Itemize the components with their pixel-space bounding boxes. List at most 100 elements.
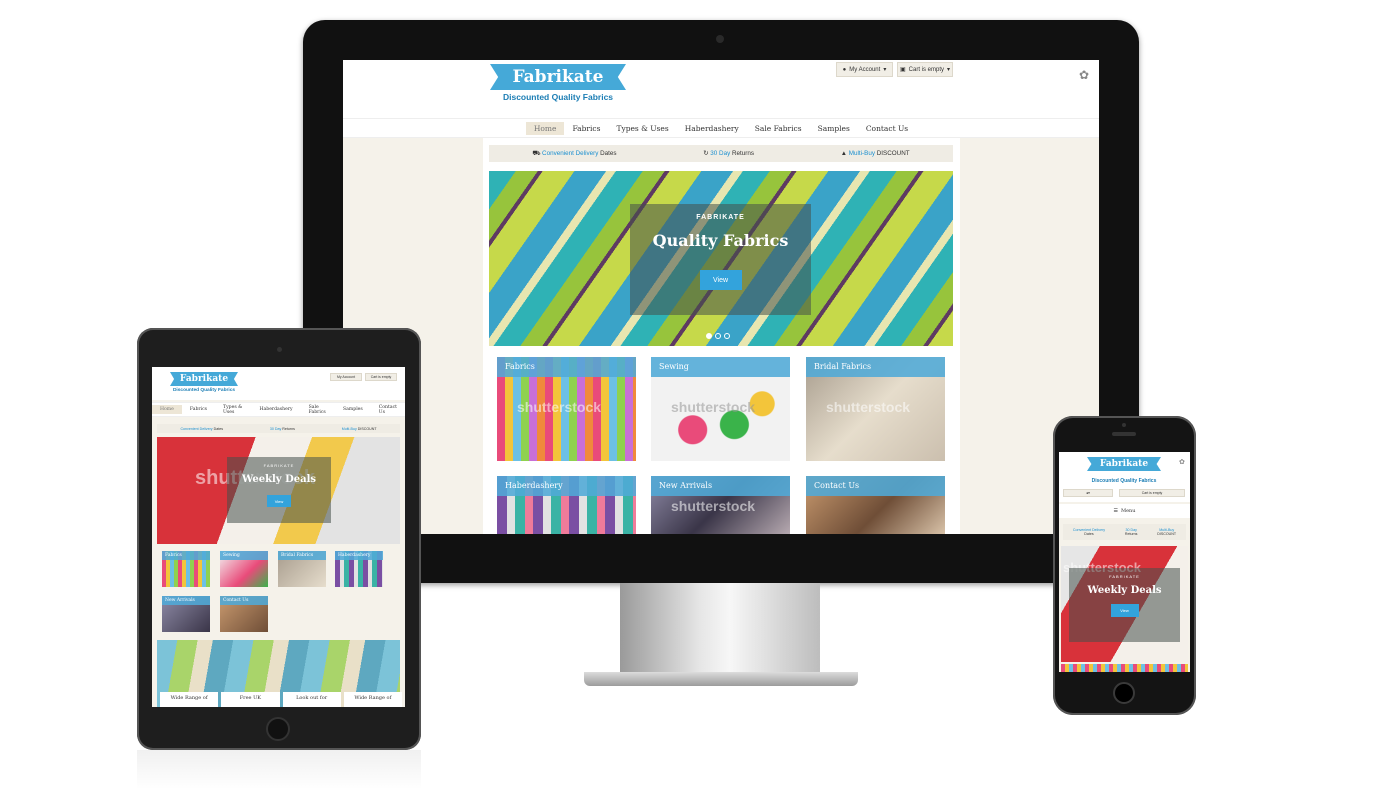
cart-label: Cart is empty	[370, 375, 392, 379]
tile-label: Contact Us	[806, 476, 945, 496]
nav-sale-fabrics[interactable]: Sale Fabrics	[301, 403, 335, 417]
returns-highlight: 30 Day	[710, 150, 731, 157]
tablet-logo[interactable]: Fabrikate	[170, 372, 238, 386]
phone-home-button[interactable]	[1113, 682, 1135, 704]
phone-hero[interactable]: shutterstock FABRIKATE Weekly Deals View	[1061, 546, 1188, 662]
cart-dropdown[interactable]: ▣ Cart is empty ▾	[897, 62, 953, 77]
cart-icon: ▣	[899, 67, 906, 73]
tablet-cart-dropdown[interactable]: Cart is empty	[365, 373, 397, 381]
phone-menu-toggle[interactable]: ☰ Menu	[1059, 504, 1190, 518]
phone-speaker	[1112, 432, 1136, 436]
user-icon: ●	[842, 66, 847, 73]
watermark: shutterstock	[517, 399, 602, 415]
returns-info: 30 Day Returns	[1125, 528, 1138, 536]
watermark: shutterstock	[671, 399, 756, 415]
tile-label: Contact Us	[220, 596, 268, 605]
tablet-hero-caption: FABRIKATE Weekly Deals View	[227, 457, 331, 523]
phone-cart-dropdown[interactable]: Cart is empty	[1119, 489, 1185, 497]
phone-hero-caption: FABRIKATE Weekly Deals View	[1069, 568, 1180, 642]
tile-fabrics[interactable]: Fabrics shutterstock	[497, 357, 636, 461]
nav-samples[interactable]: Samples	[810, 122, 858, 135]
nav-haberdashery[interactable]: Haberdashery	[677, 122, 747, 135]
slider-dot[interactable]	[724, 333, 730, 339]
nav-contact-us[interactable]: Contact Us	[371, 403, 405, 417]
discount-info: Multi-Buy DISCOUNT	[342, 427, 377, 431]
tablet-tagline: Discounted Quality Fabrics	[172, 388, 236, 393]
hero-view-button[interactable]: View	[699, 270, 742, 290]
watermark: shutterstock	[826, 399, 911, 415]
hero-kicker: FABRIKATE	[263, 463, 295, 468]
tablet-account-dropdown[interactable]: My Account	[330, 373, 362, 381]
tablet-hero[interactable]: shutterstock FABRIKATE Weekly Deals View	[157, 437, 400, 544]
phone-info-bar: Convenient Delivery Dates 30 Day Returns M…	[1063, 524, 1186, 540]
discount-text: DISCOUNT	[357, 426, 377, 431]
tile-contact-us[interactable]: Contact Us	[806, 476, 945, 534]
tile-label: New Arrivals	[651, 476, 790, 496]
tablet-feature-cards: Wide Range of Free UK Look out for Wide …	[160, 692, 402, 707]
discount-text: DISCOUNT	[876, 150, 910, 157]
site-logo[interactable]: Fabrikate	[490, 64, 626, 90]
feature-card[interactable]: Free UK	[221, 692, 280, 707]
tablet-home-button[interactable]	[266, 717, 290, 741]
tile-label: Haberdashery	[497, 476, 636, 496]
menu-icon: ☰	[1113, 508, 1118, 514]
discount-info: Multi-Buy DISCOUNT	[1157, 528, 1176, 536]
my-account-label: My Account	[849, 66, 881, 73]
slider-dot[interactable]	[706, 333, 712, 339]
caret-down-icon: ▾	[883, 67, 887, 73]
delivery-info: Convenient Delivery Dates	[1073, 528, 1105, 536]
nav-types-uses[interactable]: Types & Uses	[608, 122, 676, 135]
hero-view-button[interactable]: View	[1110, 604, 1139, 617]
tablet-tile-sewing[interactable]: Sewing	[220, 551, 268, 587]
tile-haberdashery[interactable]: Haberdashery	[497, 476, 636, 534]
delivery-text: Dates	[213, 426, 223, 431]
nav-home[interactable]: Home	[152, 405, 182, 414]
bug-icon[interactable]: ✿	[1079, 68, 1089, 82]
phone-next-tile[interactable]	[1061, 664, 1188, 672]
my-account-dropdown[interactable]: ● My Account ▾	[836, 62, 893, 77]
hero-kicker: FABRIKATE	[1109, 574, 1140, 579]
tile-bridal-fabrics[interactable]: Bridal Fabrics shutterstock	[806, 357, 945, 461]
nav-fabrics[interactable]: Fabrics	[564, 122, 608, 135]
returns-text: Returns	[282, 426, 295, 431]
monitor-camera	[716, 35, 724, 43]
tile-new-arrivals[interactable]: New Arrivals shutterstock	[651, 476, 790, 534]
tile-label: Bridal Fabrics	[806, 357, 945, 377]
tablet-tile-fabrics[interactable]: Fabrics	[162, 551, 210, 587]
phone-logo[interactable]: Fabrikate	[1087, 457, 1161, 471]
nav-sale-fabrics[interactable]: Sale Fabrics	[747, 122, 810, 135]
watermark: shutterstock	[671, 498, 756, 514]
nav-contact-us[interactable]: Contact Us	[858, 122, 916, 135]
hero-title: Weekly Deals	[241, 474, 317, 485]
nav-haberdashery[interactable]: Haberdashery	[252, 405, 301, 414]
phone-camera	[1122, 423, 1126, 427]
hero-slider[interactable]: FABRIKATE Quality Fabrics View	[489, 171, 953, 346]
menu-label: Menu	[1120, 508, 1136, 514]
tile-label: Bridal Fabrics	[278, 551, 326, 560]
monitor-stand	[620, 583, 820, 678]
nav-fabrics[interactable]: Fabrics	[182, 405, 215, 414]
nav-samples[interactable]: Samples	[335, 405, 371, 414]
phone-account-dropdown[interactable]: ●▾	[1063, 489, 1113, 497]
monitor-stand-base	[584, 672, 858, 686]
bug-icon[interactable]: ✿	[1179, 458, 1185, 466]
feature-card[interactable]: Wide Range of	[160, 692, 219, 707]
nav-types-uses[interactable]: Types & Uses	[215, 403, 252, 417]
hero-title: Weekly Deals	[1087, 585, 1162, 596]
tile-sewing[interactable]: Sewing shutterstock	[651, 357, 790, 461]
desktop-screen: Fabrikate Discounted Quality Fabrics ● M…	[343, 60, 1099, 534]
feature-card[interactable]: Wide Range of	[343, 692, 402, 707]
hero-view-button[interactable]: View	[267, 495, 291, 507]
tablet-tile-bridal[interactable]: Bridal Fabrics	[278, 551, 326, 587]
nav-home[interactable]: Home	[525, 121, 565, 135]
tablet-tile-new-arrivals[interactable]: New Arrivals	[162, 596, 210, 632]
slider-dot[interactable]	[715, 333, 721, 339]
delivery-highlight: Convenient Delivery	[542, 149, 599, 157]
discount-text: DISCOUNT	[1157, 532, 1177, 536]
feature-card[interactable]: Look out for	[282, 692, 341, 707]
tablet-nav: Home Fabrics Types & Uses Haberdashery S…	[152, 402, 405, 417]
tablet-tile-haberdashery[interactable]: Haberdashery	[335, 551, 383, 587]
tile-label: Haberdashery	[335, 551, 383, 560]
tile-label: Sewing	[651, 357, 790, 377]
tablet-tile-contact[interactable]: Contact Us	[220, 596, 268, 632]
